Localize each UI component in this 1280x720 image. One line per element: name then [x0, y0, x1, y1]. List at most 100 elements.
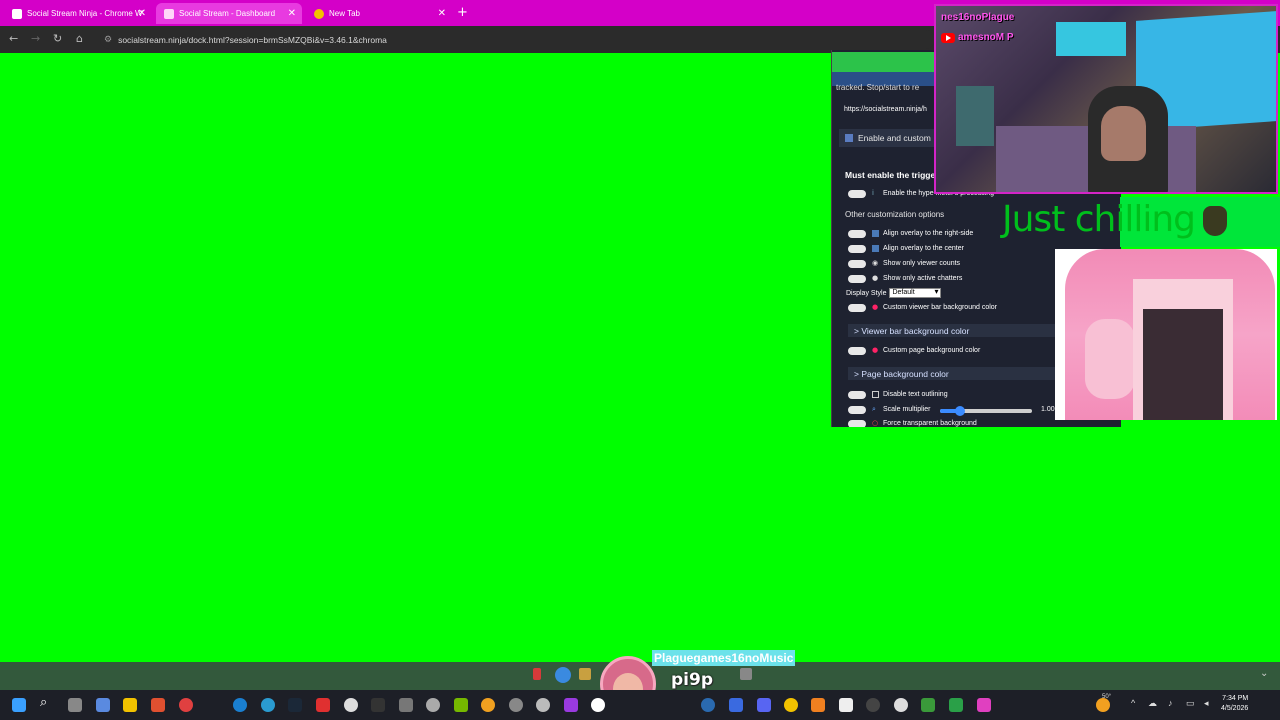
- app-icon[interactable]: [536, 698, 550, 712]
- discord-icon[interactable]: [757, 698, 771, 712]
- tab-label: Social Stream Ninja - Chrome W: [27, 9, 143, 18]
- toggle-switch[interactable]: [848, 346, 866, 355]
- close-icon[interactable]: ✕: [438, 8, 446, 19]
- cloud-icon[interactable]: ☁: [1148, 698, 1157, 709]
- task-view-icon[interactable]: [68, 698, 82, 712]
- notepad-icon[interactable]: [839, 698, 853, 712]
- camera-icon[interactable]: [399, 698, 413, 712]
- app-icon[interactable]: [894, 698, 908, 712]
- app-icon[interactable]: [261, 698, 275, 712]
- chevron-down-icon[interactable]: ⌄: [1260, 668, 1272, 680]
- bell-icon[interactable]: [579, 668, 591, 680]
- force-transparent-option[interactable]: ○ Force transparent background: [848, 418, 977, 427]
- disable-outline-option[interactable]: Disable text outlining: [848, 389, 948, 400]
- toggle-switch[interactable]: [848, 189, 866, 198]
- app-icon[interactable]: [96, 698, 110, 712]
- network-icon[interactable]: ▭: [1186, 698, 1195, 709]
- option-label: Show only viewer counts: [883, 260, 961, 267]
- tab-new-tab[interactable]: New Tab ✕: [306, 3, 452, 24]
- chrome-favicon-icon: [314, 8, 324, 19]
- clock-date: 4/5/2026: [1221, 705, 1249, 712]
- windows-start-icon[interactable]: [12, 698, 26, 712]
- forward-arrow-icon[interactable]: →: [31, 32, 40, 45]
- app-icon[interactable]: [701, 698, 715, 712]
- align-center-option[interactable]: Align overlay to the center: [848, 243, 964, 254]
- palette-icon: ●: [872, 303, 879, 311]
- toggle-switch[interactable]: [848, 244, 866, 253]
- option-label: Show only active chatters: [883, 275, 963, 282]
- app-icon[interactable]: [949, 698, 963, 712]
- app-icon[interactable]: [977, 698, 991, 712]
- cam-name-line: nes16noPlague: [941, 12, 1015, 23]
- app-icon[interactable]: [564, 698, 578, 712]
- volume-icon[interactable]: [740, 668, 752, 680]
- mic-icon[interactable]: ♪: [1168, 698, 1173, 708]
- active-chatters-option[interactable]: ● Show only active chatters: [848, 273, 962, 284]
- display-style-select[interactable]: Default: [889, 288, 942, 298]
- reload-icon[interactable]: ↻: [53, 32, 62, 45]
- vtuber-skirt: [1143, 309, 1223, 420]
- toggle-switch[interactable]: [848, 405, 866, 414]
- file-explorer-icon[interactable]: [123, 698, 137, 712]
- custom-viewer-bg-option[interactable]: ● Custom viewer bar background color: [848, 302, 997, 313]
- app-icon[interactable]: [179, 698, 193, 712]
- display-style-row: Display Style Default: [846, 288, 942, 298]
- toggle-switch[interactable]: [848, 259, 866, 268]
- chat-message: pi9p: [671, 670, 713, 690]
- custom-page-bg-option[interactable]: ● Custom page background color: [848, 345, 980, 356]
- close-icon[interactable]: ✕: [138, 8, 146, 19]
- toggle-switch[interactable]: [848, 229, 866, 238]
- viewer-counts-option[interactable]: ◉ Show only viewer counts: [848, 258, 960, 269]
- tracked-note: tracked. Stop/start to re: [836, 83, 920, 92]
- tab-dashboard[interactable]: Social Stream - Dashboard ✕: [156, 3, 302, 24]
- scale-option[interactable]: ⌕ Scale multiplier: [848, 404, 930, 415]
- system-clock[interactable]: 7:34 PM 4/5/2026: [1221, 694, 1248, 714]
- close-icon[interactable]: ✕: [288, 8, 296, 19]
- search-icon: ⌕: [872, 405, 876, 413]
- scale-slider[interactable]: [940, 406, 1032, 416]
- youtube-icon: [941, 32, 955, 43]
- slider-handle[interactable]: [955, 406, 966, 416]
- site-settings-icon[interactable]: ⚙: [104, 35, 112, 45]
- toggle-switch[interactable]: [848, 419, 866, 427]
- app-icon[interactable]: [591, 698, 605, 712]
- nvidia-icon[interactable]: [454, 698, 468, 712]
- vlc-icon[interactable]: [811, 698, 825, 712]
- speaker-icon[interactable]: ◂: [1204, 698, 1209, 709]
- app-icon[interactable]: [151, 698, 165, 712]
- weather-temp: 50°: [1102, 694, 1112, 700]
- settings-icon[interactable]: [509, 698, 523, 712]
- chrome-icon[interactable]: [784, 698, 798, 712]
- windows-taskbar: ⌕ 50° ^ ☁ ♪ ▭ ◂: [0, 690, 1280, 720]
- address-bar[interactable]: ⚙ socialstream.ninja/dock.html?session=b…: [100, 30, 935, 49]
- clock-time: 7:34 PM: [1222, 695, 1249, 702]
- obs-icon[interactable]: [344, 698, 358, 712]
- app-icon[interactable]: [316, 698, 330, 712]
- dock-link[interactable]: https://socialstream.ninja/h: [844, 106, 927, 113]
- align-right-option[interactable]: Align overlay to the right-side: [848, 228, 973, 239]
- search-icon[interactable]: ⌕: [40, 695, 54, 710]
- app-icon[interactable]: [921, 698, 935, 712]
- steam-icon[interactable]: [288, 698, 302, 712]
- tab-label: Social Stream - Dashboard: [179, 9, 276, 18]
- home-icon[interactable]: ⌂: [76, 32, 83, 45]
- toggle-switch[interactable]: [848, 390, 866, 399]
- chevron-up-icon[interactable]: ^: [1131, 698, 1135, 708]
- app-icon[interactable]: [481, 698, 495, 712]
- app-icon[interactable]: [426, 698, 440, 712]
- epic-games-icon[interactable]: [371, 698, 385, 712]
- app-icon[interactable]: [866, 698, 880, 712]
- weather-icon[interactable]: [1096, 698, 1110, 712]
- vtuber-avatar: [1055, 249, 1277, 420]
- toggle-switch[interactable]: [848, 303, 866, 312]
- chat-bubble-icon[interactable]: [555, 667, 571, 683]
- edge-icon[interactable]: [233, 698, 247, 712]
- new-tab-plus-icon[interactable]: +: [457, 5, 468, 20]
- chat-username: Plaguegames16noMusic: [652, 650, 796, 666]
- toggle-switch[interactable]: [848, 274, 866, 283]
- back-arrow-icon[interactable]: ←: [9, 32, 18, 45]
- tab-social-stream-chrome[interactable]: Social Stream Ninja - Chrome W ✕: [4, 3, 152, 24]
- pause-icon[interactable]: [533, 668, 541, 680]
- app-icon[interactable]: [729, 698, 743, 712]
- cam-name-line: amesnoM P: [958, 32, 1014, 43]
